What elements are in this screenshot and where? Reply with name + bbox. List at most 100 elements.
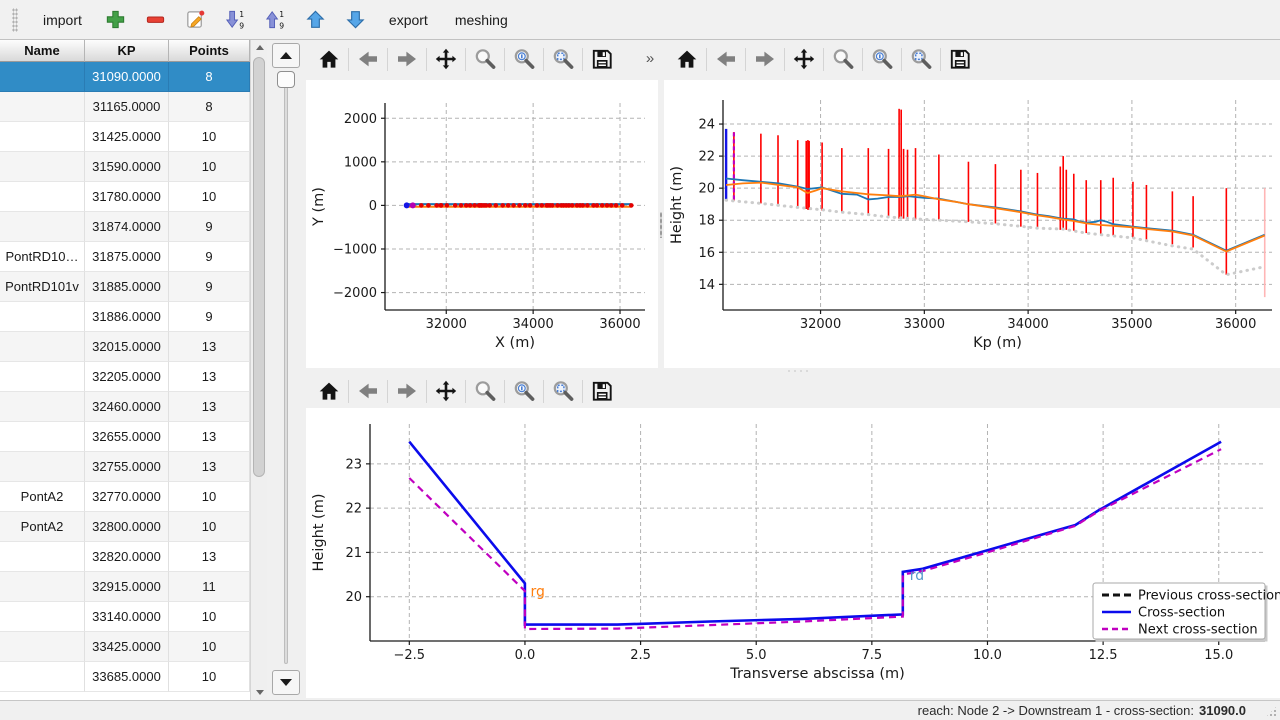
table-row[interactable]: 32755.000013 [0,452,250,482]
table-row[interactable]: 31874.00009 [0,212,250,242]
cell-kp[interactable]: 32820.0000 [85,542,169,572]
table-row[interactable]: 32820.000013 [0,542,250,572]
cell-name[interactable]: PontRD101v [0,272,85,302]
cross-section-profile-canvas[interactable]: rgrd−2.50.02.55.07.510.012.515.020212223… [306,408,1280,698]
table-row[interactable]: PontRD10…31875.00009 [0,242,250,272]
home-button[interactable] [670,44,704,75]
zoom-selection-button[interactable] [546,376,580,407]
cell-name[interactable]: PontRD10… [0,242,85,272]
save-button[interactable] [943,44,977,75]
scrollbar-thumb[interactable] [253,57,265,477]
horizontal-splitter[interactable] [304,368,1280,374]
plan-view-canvas[interactable]: 320003400036000−2000−1000010002000X (m)Y… [306,80,658,368]
cell-points[interactable]: 9 [169,242,250,272]
column-header-points[interactable]: Points [169,40,250,62]
cell-name[interactable] [0,602,85,632]
table-row[interactable]: 31780.000010 [0,182,250,212]
cell-kp[interactable]: 32205.0000 [85,362,169,392]
cell-name[interactable] [0,542,85,572]
home-button[interactable] [312,376,346,407]
cell-points[interactable]: 13 [169,452,250,482]
zoom-original-button[interactable] [865,44,899,75]
cell-points[interactable]: 13 [169,332,250,362]
column-header-kp[interactable]: KP [85,40,169,62]
pan-button[interactable] [429,376,463,407]
cell-name[interactable] [0,392,85,422]
cell-kp[interactable]: 31885.0000 [85,272,169,302]
cell-kp[interactable]: 31090.0000 [85,62,169,92]
meshing-button[interactable]: meshing [445,6,518,34]
home-button[interactable] [312,44,346,75]
sort-ascending-button[interactable] [259,3,292,36]
table-row[interactable]: 32655.000013 [0,422,250,452]
zoom-button[interactable] [826,44,860,75]
cell-points[interactable]: 10 [169,182,250,212]
import-button[interactable]: import [33,6,92,34]
cell-points[interactable]: 13 [169,362,250,392]
table-row[interactable]: 32205.000013 [0,362,250,392]
cell-kp[interactable]: 32460.0000 [85,392,169,422]
cell-points[interactable]: 8 [169,62,250,92]
cell-points[interactable]: 10 [169,152,250,182]
pan-button[interactable] [429,44,463,75]
column-header-name[interactable]: Name [0,40,85,62]
move-up-button[interactable] [299,3,332,36]
edit-button[interactable] [179,3,212,36]
resize-grip-icon[interactable] [1265,705,1278,718]
table-row[interactable]: 32915.000011 [0,572,250,602]
forward-button[interactable] [390,376,424,407]
cell-kp[interactable]: 32755.0000 [85,452,169,482]
table-row[interactable]: 31090.00008 [0,62,250,92]
cell-kp[interactable]: 31886.0000 [85,302,169,332]
slider-handle[interactable] [277,71,295,88]
cell-name[interactable]: PontA2 [0,482,85,512]
export-button[interactable]: export [379,6,438,34]
save-button[interactable] [585,44,619,75]
zoom-selection-button[interactable] [904,44,938,75]
table-row[interactable]: 31165.00008 [0,92,250,122]
cell-kp[interactable]: 32800.0000 [85,512,169,542]
table-row[interactable]: PontA232770.000010 [0,482,250,512]
zoom-original-button[interactable] [507,376,541,407]
table-row[interactable]: 31590.000010 [0,152,250,182]
cell-points[interactable]: 10 [169,512,250,542]
cell-kp[interactable]: 32015.0000 [85,332,169,362]
cell-name[interactable] [0,212,85,242]
save-button[interactable] [585,376,619,407]
table-row[interactable]: 33425.000010 [0,632,250,662]
forward-button[interactable] [390,44,424,75]
toolbar-extension-button[interactable]: » [640,46,660,70]
scroll-up-arrow-icon[interactable] [251,40,268,55]
cell-kp[interactable]: 33140.0000 [85,602,169,632]
zoom-button[interactable] [468,376,502,407]
cell-kp[interactable]: 31875.0000 [85,242,169,272]
cell-points[interactable]: 10 [169,122,250,152]
cell-kp[interactable]: 31425.0000 [85,122,169,152]
cell-kp[interactable]: 33425.0000 [85,632,169,662]
cell-name[interactable] [0,422,85,452]
table-row[interactable]: PontA232800.000010 [0,512,250,542]
cell-name[interactable] [0,302,85,332]
longitudinal-profile-canvas[interactable]: 3200033000340003500036000141618202224Kp … [664,80,1280,368]
cell-name[interactable] [0,662,85,692]
cell-name[interactable] [0,62,85,92]
cell-name[interactable] [0,362,85,392]
cell-name[interactable] [0,122,85,152]
cell-name[interactable] [0,452,85,482]
cell-points[interactable]: 9 [169,302,250,332]
move-down-button[interactable] [339,3,372,36]
back-button[interactable] [351,376,385,407]
cell-name[interactable] [0,182,85,212]
table-row[interactable]: 32460.000013 [0,392,250,422]
cell-name[interactable] [0,332,85,362]
cell-points[interactable]: 10 [169,602,250,632]
table-row[interactable]: 33140.000010 [0,602,250,632]
cell-points[interactable]: 8 [169,92,250,122]
cell-points[interactable]: 9 [169,212,250,242]
cell-name[interactable]: PontA2 [0,512,85,542]
remove-cross-section-button[interactable] [139,3,172,36]
cell-points[interactable]: 11 [169,572,250,602]
cell-name[interactable] [0,632,85,662]
cell-points[interactable]: 10 [169,632,250,662]
table-row[interactable]: 31425.000010 [0,122,250,152]
